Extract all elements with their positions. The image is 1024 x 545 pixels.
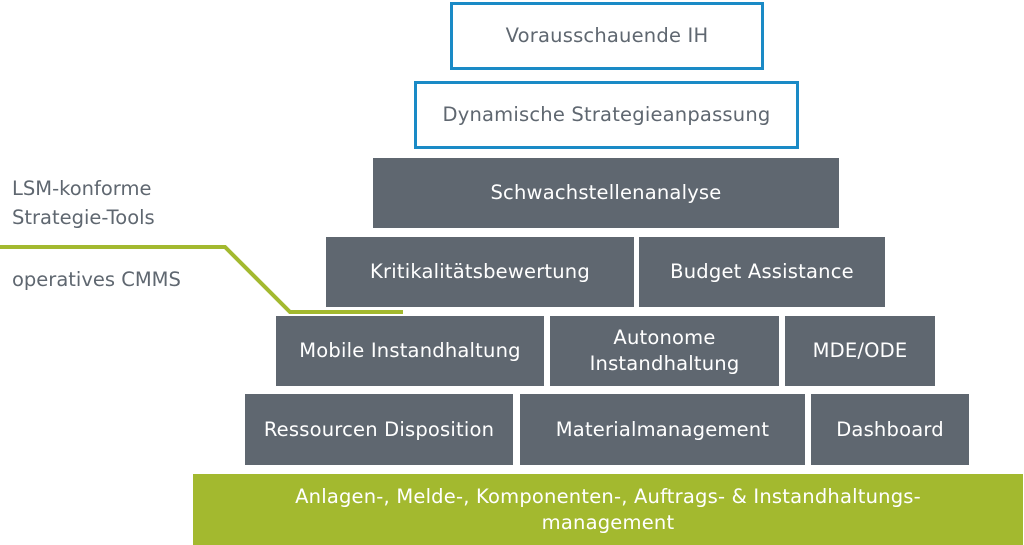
box-vorausschauende-ih: Vorausschauende IH <box>450 2 764 70</box>
box-ressourcen: Ressourcen Disposition <box>245 394 513 465</box>
label-line: Strategie-Tools <box>12 206 155 229</box>
box-dashboard: Dashboard <box>811 394 969 465</box>
box-autonome-ih: Autonome Instandhaltung <box>550 316 779 386</box>
box-mde-ode: MDE/ODE <box>785 316 935 386</box>
box-budget: Budget Assistance <box>639 237 885 307</box>
box-dynamische-strategie: Dynamische Strategieanpassung <box>414 81 799 149</box>
box-kritikalitaet: Kritikalitätsbewertung <box>326 237 634 307</box>
strategy-tools-label: LSM-konforme Strategie-Tools <box>12 174 155 232</box>
box-base-management: Anlagen-, Melde-, Komponenten-, Auftrags… <box>193 474 1023 545</box>
box-schwachstellenanalyse: Schwachstellenanalyse <box>373 158 839 228</box>
box-mobile-ih: Mobile Instandhaltung <box>276 316 544 386</box>
label-line: LSM-konforme <box>12 177 152 200</box>
box-material: Materialmanagement <box>520 394 805 465</box>
cmms-label: operatives CMMS <box>12 268 181 291</box>
